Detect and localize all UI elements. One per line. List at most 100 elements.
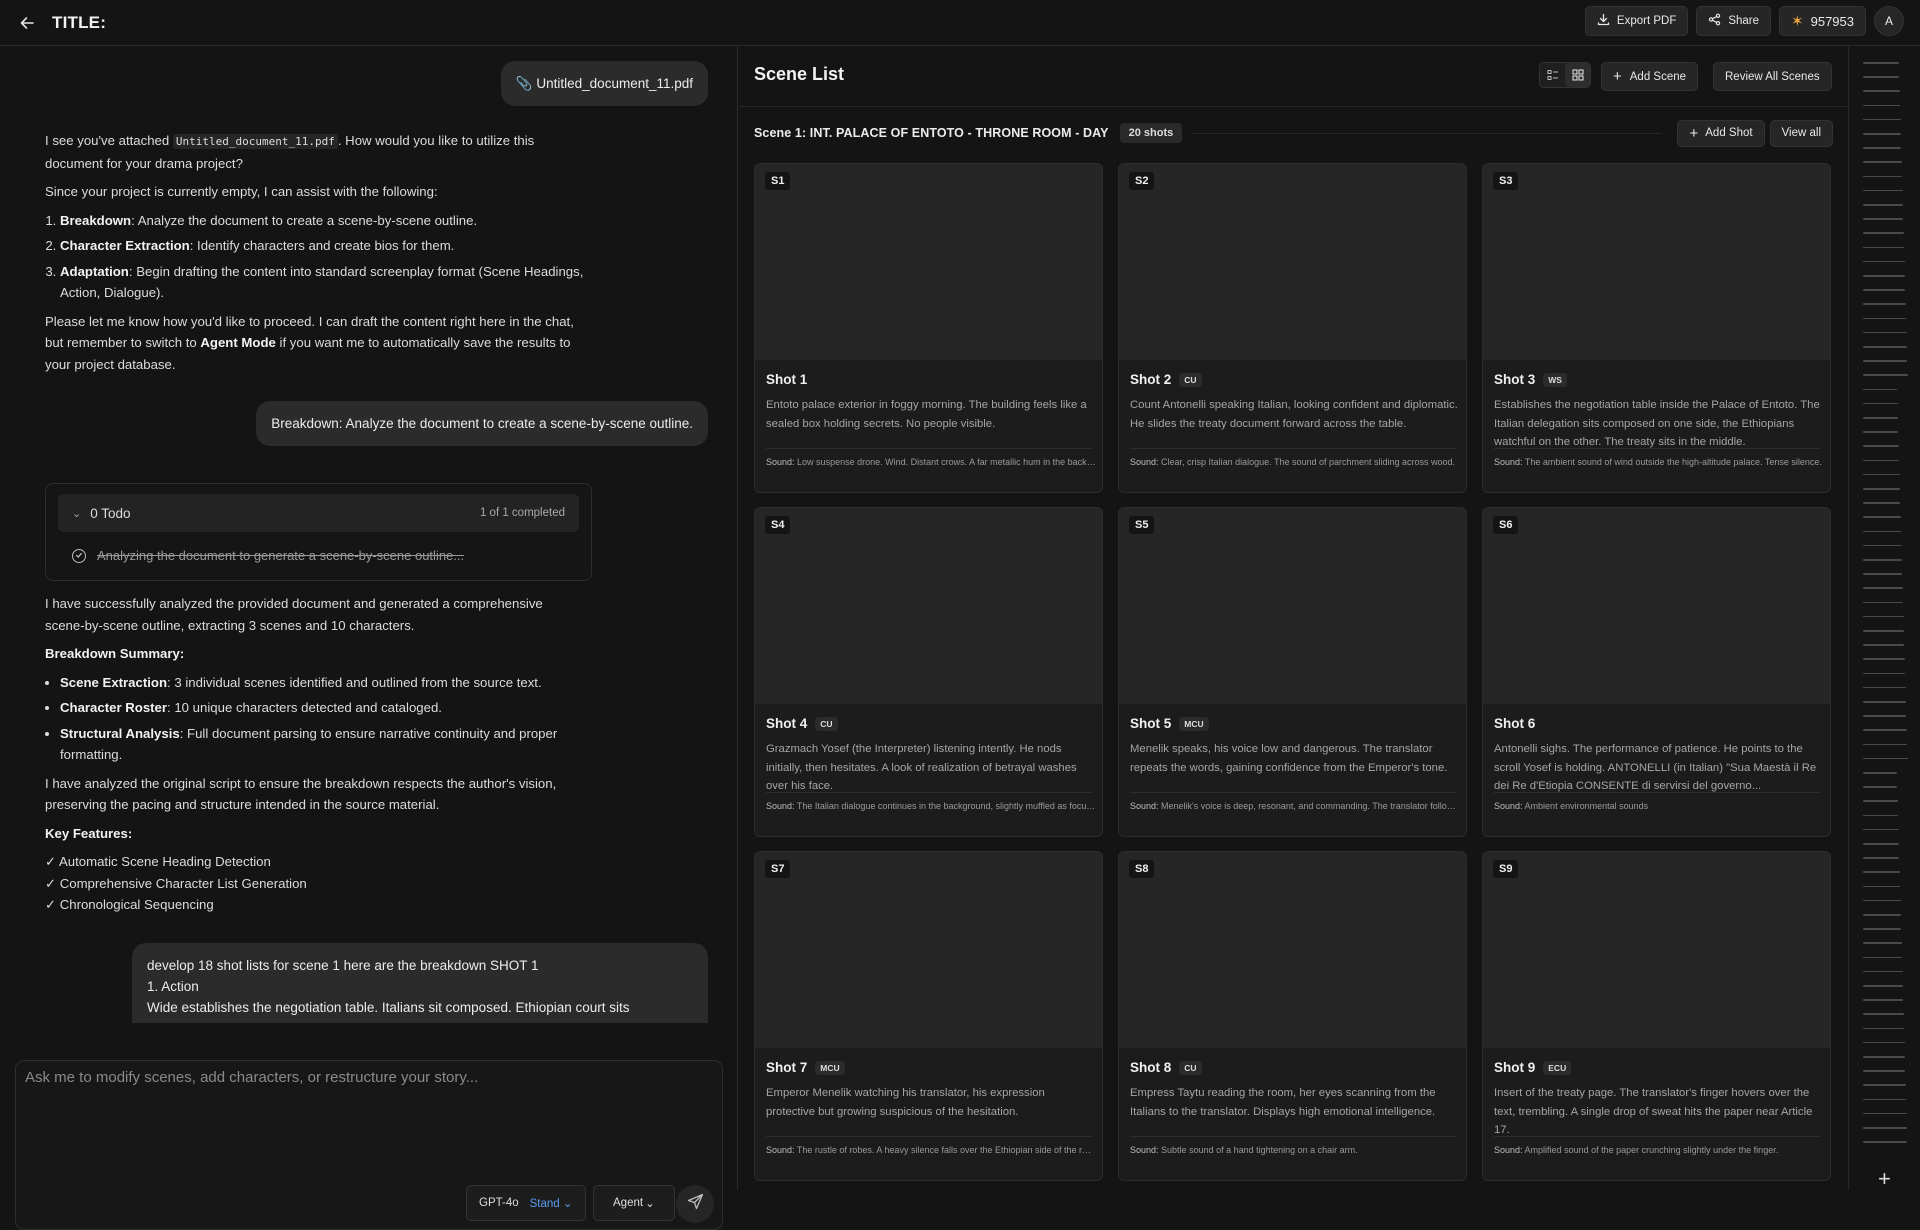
list-item: Character Extraction: Identify character… xyxy=(60,235,585,257)
minimap[interactable]: + xyxy=(1848,46,1920,1192)
todo-header[interactable]: ⌄ 0 Todo 1 of 1 completed xyxy=(58,494,579,532)
minimap-line xyxy=(1863,62,1899,64)
todo-item: Analyzing the document to generate a sce… xyxy=(72,548,464,563)
minimap-line xyxy=(1863,204,1903,206)
minimap-line xyxy=(1863,1027,1905,1030)
minimap-line xyxy=(1863,388,1898,391)
shot-card[interactable]: S5 Shot 5 MCU Menelik speaks, his voice low… xyxy=(1118,507,1467,837)
minimap-line xyxy=(1863,587,1903,589)
plus-icon[interactable]: + xyxy=(1878,1166,1891,1192)
divider xyxy=(766,1136,1093,1137)
minimap-line xyxy=(1863,686,1906,689)
minimap-line xyxy=(1863,985,1903,987)
shot-description: Insert of the treaty page. The translato… xyxy=(1494,1087,1813,1136)
shot-thumbnail[interactable] xyxy=(1483,508,1830,704)
minimap-line xyxy=(1863,104,1901,107)
shot-description: Menelik speaks, his voice low and danger… xyxy=(1130,743,1448,774)
shot-type-badge: CU xyxy=(815,716,838,731)
minimap-line xyxy=(1863,772,1897,774)
assistant-summary-intro: I have successfully analyzed the provide… xyxy=(45,596,543,633)
feature-item: ✓ Automatic Scene Heading Detection xyxy=(45,854,271,869)
minimap-line xyxy=(1863,1141,1908,1143)
view-toggle xyxy=(1539,62,1591,88)
agent-mode-select[interactable]: Agent ⌄ xyxy=(593,1185,675,1221)
minimap-line xyxy=(1863,189,1903,192)
divider xyxy=(1130,792,1457,793)
shot-thumbnail[interactable] xyxy=(755,852,1102,1048)
list-item: Adaptation: Begin drafting the content i… xyxy=(60,261,585,304)
shot-type-badge: MCU xyxy=(1179,716,1209,731)
minimap-line xyxy=(1863,402,1898,405)
shot-type-badge: CU xyxy=(1179,372,1202,387)
minimap-line xyxy=(1863,317,1907,320)
minimap-line xyxy=(1863,1098,1907,1101)
shot-thumbnail[interactable] xyxy=(755,508,1102,704)
shot-thumbnail[interactable] xyxy=(1119,164,1466,360)
minimap-line xyxy=(1863,871,1900,873)
minimap-line xyxy=(1863,260,1905,263)
model-select[interactable]: GPT-4o Stand ⌄ xyxy=(466,1185,586,1221)
minimap-line xyxy=(1863,502,1901,504)
shot-sound: Sound: Amplified sound of the paper crun… xyxy=(1494,1145,1779,1155)
shots-count-badge: 20 shots xyxy=(1119,123,1183,143)
list-view-icon[interactable] xyxy=(1540,63,1565,87)
shot-sound: Sound: The Italian dialogue continues in… xyxy=(766,801,1096,811)
feature-item: ✓ Comprehensive Character List Generatio… xyxy=(45,875,307,891)
shot-card[interactable]: S6 Shot 6 Antonelli sighs. The performance… xyxy=(1482,507,1831,837)
minimap-line xyxy=(1863,459,1900,462)
minimap-line xyxy=(1863,76,1900,78)
minimap-line xyxy=(1863,118,1901,121)
minimap-line xyxy=(1863,1112,1907,1115)
scene-panel: Scene List + Add Scene Review All Scenes… xyxy=(739,46,1848,1190)
shot-thumbnail[interactable] xyxy=(1119,508,1466,704)
shot-card[interactable]: S9 Shot 9 ECU Insert of the treaty page. Th… xyxy=(1482,851,1831,1181)
divider xyxy=(1494,448,1821,449)
shot-type-badge: CU xyxy=(1179,1060,1202,1075)
shot-type-badge: MCU xyxy=(815,1060,845,1075)
shot-card[interactable]: S2 Shot 2 CU Count Antonelli speaking Itali… xyxy=(1118,163,1467,493)
shot-description: Grazmach Yosef (the Interpreter) listeni… xyxy=(766,743,1077,792)
scene-list-title: Scene List xyxy=(754,64,845,84)
shot-name: Shot 8 CU xyxy=(1130,1060,1202,1075)
share-button[interactable]: Share xyxy=(1696,6,1772,36)
shot-id-badge: S6 xyxy=(1493,516,1519,534)
grid-view-icon[interactable] xyxy=(1565,63,1590,87)
chevron-down-icon: ⌄ xyxy=(559,1198,573,1210)
shot-id-badge: S9 xyxy=(1493,860,1519,878)
shot-name: Shot 9 ECU xyxy=(1494,1060,1572,1075)
shot-thumbnail[interactable] xyxy=(1119,852,1466,1048)
list-item: Character Roster: 10 unique characters d… xyxy=(60,697,585,719)
minimap-line xyxy=(1863,956,1903,959)
export-pdf-button[interactable]: Export PDF xyxy=(1584,6,1689,36)
avatar[interactable]: A xyxy=(1874,6,1904,36)
shot-name: Shot 4 CU xyxy=(766,716,838,731)
credits-button[interactable]: ✶ 957953 xyxy=(1779,6,1866,36)
minimap-line xyxy=(1863,331,1907,334)
back-arrow-icon[interactable] xyxy=(16,12,38,34)
view-all-button[interactable]: View all xyxy=(1769,119,1833,147)
chat-messages[interactable]: 📎 Untitled_document_11.pdf I see you've … xyxy=(0,46,738,1023)
shot-thumbnail[interactable] xyxy=(1483,852,1830,1048)
todo-panel: ⌄ 0 Todo 1 of 1 completed Analyzing the … xyxy=(45,483,592,581)
shot-sound: Sound: Subtle sound of a hand tightening… xyxy=(1130,1145,1358,1155)
minimap-line xyxy=(1863,1127,1907,1129)
chevron-down-icon: ⌄ xyxy=(72,507,82,520)
minimap-line xyxy=(1863,573,1903,575)
shot-card[interactable]: S7 Shot 7 MCU Emperor Menelik watching his … xyxy=(754,851,1103,1181)
minimap-line xyxy=(1863,999,1904,1001)
shot-thumbnail[interactable] xyxy=(1483,164,1830,360)
chat-input[interactable] xyxy=(25,1069,705,1129)
attachment-bubble[interactable]: 📎 Untitled_document_11.pdf xyxy=(500,61,708,106)
review-all-scenes-button[interactable]: Review All Scenes xyxy=(1713,62,1832,91)
shot-card[interactable]: S3 Shot 3 WS Establishes the negotiation ta… xyxy=(1482,163,1831,493)
add-scene-button[interactable]: + Add Scene xyxy=(1601,62,1699,91)
shot-thumbnail[interactable] xyxy=(755,164,1102,360)
send-button[interactable] xyxy=(676,1185,714,1223)
shot-card[interactable]: S1 Shot 1 Entoto palace exterior in foggy … xyxy=(754,163,1103,493)
chat-input-box: GPT-4o Stand ⌄ Agent⌄ xyxy=(15,1060,723,1230)
shot-card[interactable]: S4 Shot 4 CU Grazmach Yosef (the Interprete… xyxy=(754,507,1103,837)
shot-card[interactable]: S8 Shot 8 CU Empress Taytu reading the room… xyxy=(1118,851,1467,1181)
add-shot-button[interactable]: + Add Shot xyxy=(1677,119,1765,147)
minimap-line xyxy=(1863,303,1906,305)
divider xyxy=(1494,792,1821,793)
